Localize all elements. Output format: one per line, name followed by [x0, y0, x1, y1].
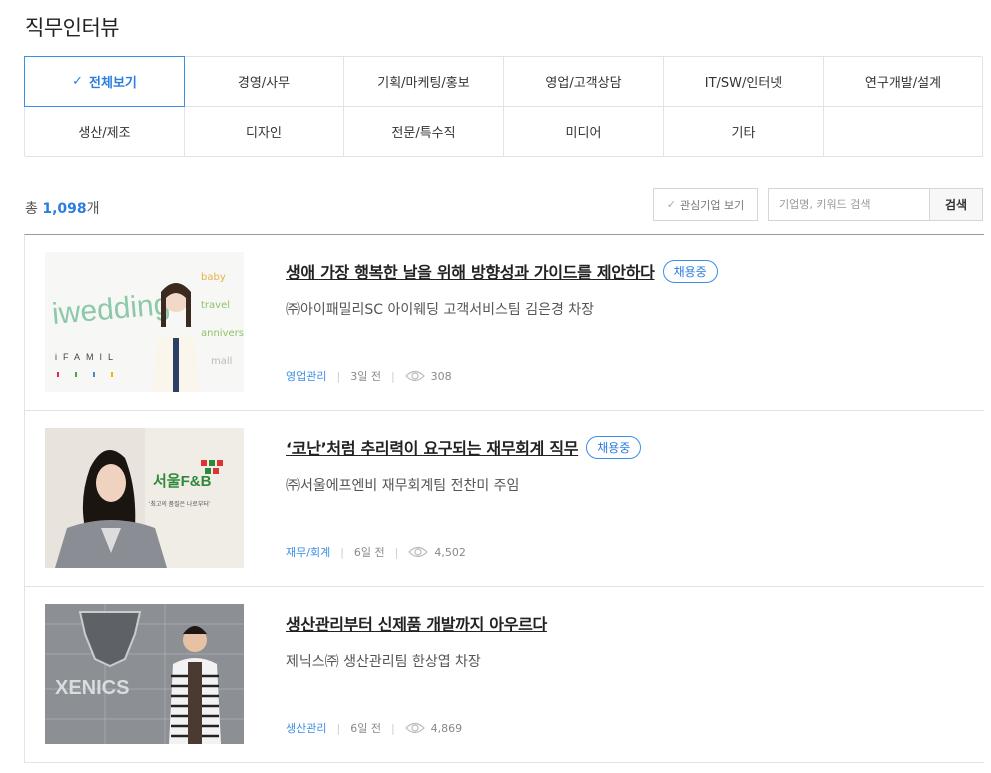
post-date: 3일 전 [350, 370, 381, 383]
tab-label: 디자인 [246, 126, 282, 141]
hiring-badge: 채용중 [662, 259, 718, 283]
search-input[interactable] [769, 189, 929, 220]
view-count: 308 [430, 369, 452, 383]
thumbnail-image[interactable]: XENICS [45, 604, 244, 744]
tab-design[interactable]: 디자인 [185, 107, 344, 157]
svg-text:baby: baby [201, 272, 226, 283]
view-count: 4,502 [434, 545, 466, 559]
tab-all[interactable]: ✓ 전체보기 [24, 56, 185, 107]
item-title[interactable]: 생애 가장 행복한 날을 위해 방향성과 가이드를 제안하다 [286, 259, 655, 283]
svg-text:anniversary: anniversary [201, 328, 244, 339]
post-date: 6일 전 [353, 546, 385, 559]
thumbnail-image[interactable]: iwedding iFAMIL baby travel anniversary … [45, 252, 244, 392]
svg-text:서울F&B: 서울F&B [153, 473, 212, 490]
tab-media[interactable]: 미디어 [504, 107, 664, 157]
svg-text:mall: mall [211, 356, 232, 367]
tab-rnd[interactable]: 연구개발/설계 [824, 57, 983, 107]
tab-professional[interactable]: 전문/특수직 [344, 107, 504, 157]
search-box: 검색 [768, 188, 983, 221]
tab-label: 영업/고객상담 [545, 76, 622, 91]
item-meta: 재무/회계 | 6일 전 | 4,502 [286, 544, 466, 560]
svg-text:XENICS: XENICS [55, 677, 129, 699]
tab-planning-marketing[interactable]: 기획/마케팅/홍보 [344, 57, 504, 107]
tab-etc[interactable]: 기타 [664, 107, 824, 157]
tab-label: 기타 [731, 126, 756, 141]
list-item[interactable]: 서울F&B ‘최고의 품질은 나로부터’ ‘코난’처럼 추리력이 요구되는 재무… [25, 411, 984, 587]
tab-label: 전체보기 [89, 76, 137, 91]
favorite-companies-button[interactable]: ✓ 관심기업 보기 [653, 188, 758, 221]
item-title[interactable]: 생산관리부터 신제품 개발까지 아우르다 [286, 611, 547, 635]
post-date: 6일 전 [350, 722, 381, 735]
count-value: 1,098 [42, 201, 87, 217]
item-meta: 영업관리 | 3일 전 | 308 [286, 368, 452, 384]
check-icon: ✓ [666, 198, 676, 211]
hiring-badge: 채용중 [586, 435, 642, 459]
svg-text:travel: travel [201, 300, 230, 311]
thumbnail-image[interactable]: 서울F&B ‘최고의 품질은 나로부터’ [45, 428, 244, 568]
tab-label: 전문/특수직 [391, 126, 456, 141]
tab-sales[interactable]: 영업/고객상담 [504, 57, 664, 107]
search-button[interactable]: 검색 [929, 189, 982, 220]
item-title[interactable]: ‘코난’처럼 추리력이 요구되는 재무회계 직무 [286, 435, 579, 459]
result-count: 총 1,098개 [25, 201, 100, 217]
job-category-tag[interactable]: 영업관리 [286, 368, 326, 384]
job-category-tag[interactable]: 생산관리 [286, 720, 326, 736]
tab-empty [824, 107, 983, 157]
view-count: 4,869 [430, 721, 463, 735]
tab-label: 연구개발/설계 [864, 76, 942, 91]
tab-label: 경영/사무 [237, 76, 291, 91]
eye-icon [404, 370, 425, 382]
list-item[interactable]: iwedding iFAMIL baby travel anniversary … [25, 235, 984, 411]
item-subtitle: 제닉스㈜ 생산관리팀 한상엽 차장 [286, 654, 481, 670]
tab-label: 미디어 [565, 126, 602, 141]
job-category-tag[interactable]: 재무/회계 [286, 544, 330, 560]
category-tabs: ✓ 전체보기 경영/사무 기획/마케팅/홍보 영업/고객상담 IT/SW/인터넷 … [24, 56, 983, 157]
interview-list: iwedding iFAMIL baby travel anniversary … [24, 234, 984, 763]
tab-label: IT/SW/인터넷 [704, 76, 783, 91]
item-subtitle: ㈜서울에프엔비 재무회계팀 전찬미 주임 [286, 478, 520, 494]
eye-icon [408, 546, 429, 558]
page-title: 직무인터뷰 [25, 16, 120, 40]
item-subtitle: ㈜아이패밀리SC 아이웨딩 고객서비스팀 김은경 차장 [286, 302, 595, 318]
tab-label: 기획/마케팅/홍보 [377, 76, 470, 91]
tab-label: 생산/제조 [78, 126, 131, 141]
svg-text:‘최고의 품질은 나로부터’: ‘최고의 품질은 나로부터’ [149, 500, 210, 508]
tab-management[interactable]: 경영/사무 [185, 57, 344, 107]
svg-text:iFAMIL: iFAMIL [55, 352, 119, 362]
item-meta: 생산관리 | 6일 전 | 4,869 [286, 720, 463, 736]
eye-icon [404, 722, 425, 734]
tab-production[interactable]: 생산/제조 [25, 107, 185, 157]
list-item[interactable]: XENICS 생산관리부터 신제품 개발까지 아우르다 제닉스㈜ 생산관리팀 한… [25, 587, 984, 763]
tab-it-sw[interactable]: IT/SW/인터넷 [664, 57, 824, 107]
check-icon: ✓ [72, 74, 84, 89]
